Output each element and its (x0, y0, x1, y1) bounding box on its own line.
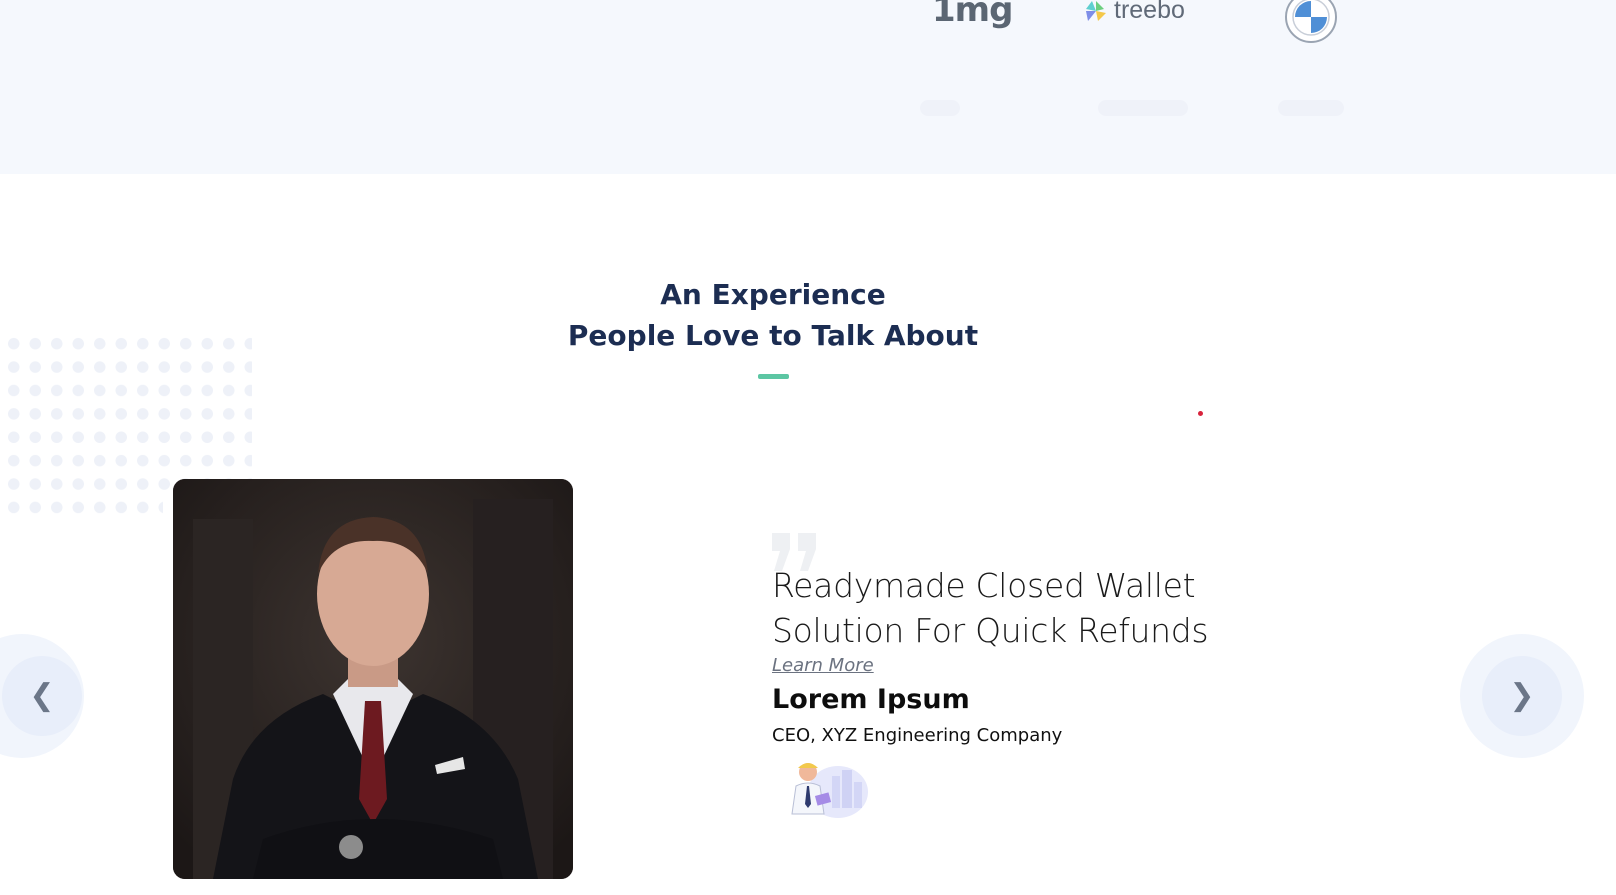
carousel-next-inner[interactable]: ❯ (1482, 656, 1562, 736)
chevron-right-icon: ❯ (1509, 678, 1535, 713)
faded-logo (920, 100, 960, 116)
testimonial-role: CEO, XYZ Engineering Company (772, 725, 1063, 746)
treebo-mark-icon (1086, 0, 1106, 21)
section-title-line-2: People Love to Talk About (567, 319, 979, 352)
title-underline (758, 374, 789, 379)
section-title: An Experience People Love to Talk About (0, 274, 1546, 356)
section-title-line-1: An Experience (660, 278, 886, 311)
faded-logo (1278, 100, 1344, 116)
logo-treebo-text: treebo (1114, 0, 1185, 24)
testimonial-headline-line-1: Readymade Closed Wallet (772, 566, 1196, 605)
engineer-illustration-icon (791, 763, 868, 818)
logo-1mg-text: 1mg (932, 0, 1013, 30)
client-logos-band: 1mg treebo (0, 0, 1616, 174)
testimonial-headline-line-2: Solution For Quick Refunds (772, 611, 1209, 650)
chevron-left-icon: ❮ (29, 678, 55, 713)
learn-more-link[interactable]: Learn More (772, 655, 874, 676)
testimonial-portrait (173, 479, 573, 879)
decorative-dot (1198, 411, 1203, 416)
logo-treebo: treebo (1084, 0, 1185, 25)
testimonial-name: Lorem Ipsum (772, 684, 970, 715)
logo-1mg: 1mg (932, 0, 1013, 30)
carousel-next-button[interactable]: ❯ (1460, 634, 1584, 758)
carousel-prev-inner[interactable]: ❮ (2, 656, 82, 736)
testimonial-headline: Readymade Closed Wallet Solution For Qui… (772, 563, 1332, 653)
faded-logo (1098, 100, 1188, 116)
person-photo-image (173, 479, 573, 879)
bmw-logo-icon (1285, 0, 1337, 43)
carousel-prev-button[interactable]: ❮ (0, 634, 84, 758)
